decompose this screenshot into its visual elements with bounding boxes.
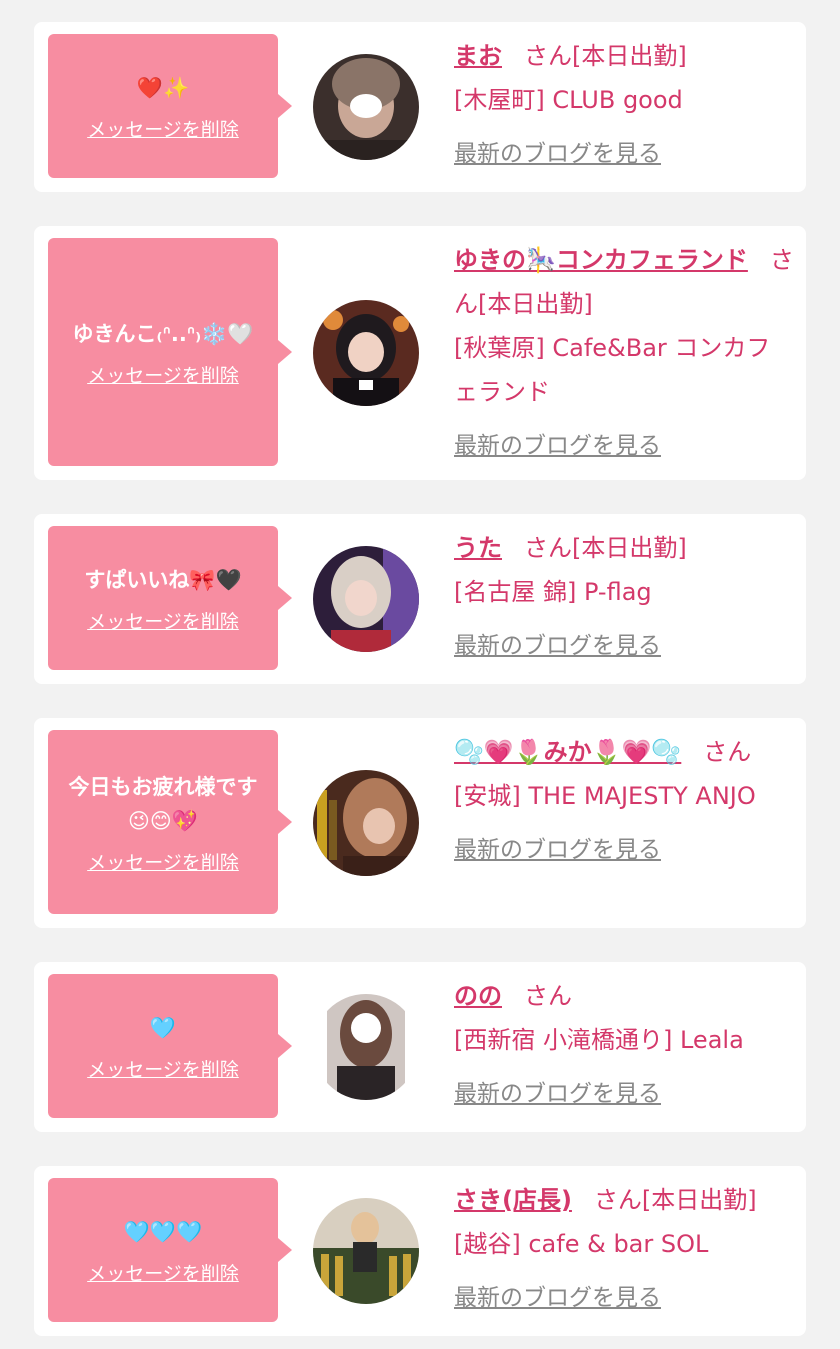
message-bubble: すぱいいね🎀🖤 メッセージを削除 (48, 526, 292, 670)
message-card: 🩵 メッセージを削除 のの さん [西新宿 小滝橋通り] Leala 最新のブログ… (34, 962, 806, 1132)
shop-name: [越谷] cafe & bar SOL (454, 1230, 709, 1258)
girl-name-link[interactable]: さき(店長) (454, 1186, 572, 1214)
girl-status: さん[本日出勤] (524, 534, 687, 562)
latest-blog-link[interactable]: 最新のブログを見る (454, 1072, 661, 1116)
girl-status: さん[本日出勤] (524, 42, 687, 70)
girl-info: ゆきの🎠コンカフェランド さん[本日出勤] [秋葉原] Cafe&Bar コンカフ… (454, 238, 794, 468)
message-card: 今日もお疲れ様です😉😊💖 メッセージを削除 🫧💗🌷みか🌷💗🫧 さん [安城] TH… (34, 718, 806, 928)
girl-name-link[interactable]: のの (454, 982, 502, 1010)
delete-message-link[interactable]: メッセージを削除 (87, 848, 239, 875)
message-card: ❤️✨ メッセージを削除 まお さん[本日出勤] [木屋町] CLUB good … (34, 22, 806, 192)
message-card: すぱいいね🎀🖤 メッセージを削除 うた さん[本日出勤] [名古屋 錦] P-fl… (34, 514, 806, 684)
shop-name: [西新宿 小滝橋通り] Leala (454, 1026, 744, 1054)
girl-name-link[interactable]: 🫧💗🌷みか🌷💗🫧 (454, 738, 681, 766)
latest-blog-link[interactable]: 最新のブログを見る (454, 624, 661, 668)
shop-name: [秋葉原] Cafe&Bar コンカフェランド (454, 334, 771, 406)
delete-message-link[interactable]: メッセージを削除 (87, 115, 239, 142)
delete-message-link[interactable]: メッセージを削除 (87, 1055, 239, 1082)
girl-status: さん[本日出勤] (593, 1186, 757, 1214)
message-text: 今日もお疲れ様です😉😊💖 (68, 774, 258, 833)
avatar[interactable] (313, 54, 419, 160)
girl-info: さき(店長) さん[本日出勤] [越谷] cafe & bar SOL 最新のブロ… (454, 1178, 794, 1320)
girl-name-link[interactable]: ゆきの🎠コンカフェランド (454, 246, 748, 274)
avatar[interactable] (313, 770, 419, 876)
message-bubble: ゆきんこ₍ᐢ..ᐢ₎❄️🤍 メッセージを削除 (48, 238, 292, 466)
delete-message-link[interactable]: メッセージを削除 (87, 361, 239, 388)
message-bubble: 今日もお疲れ様です😉😊💖 メッセージを削除 (48, 730, 292, 914)
girl-info: のの さん [西新宿 小滝橋通り] Leala 最新のブログを見る (454, 974, 794, 1116)
girl-info: まお さん[本日出勤] [木屋町] CLUB good 最新のブログを見る (454, 34, 794, 176)
girl-info: 🫧💗🌷みか🌷💗🫧 さん [安城] THE MAJESTY ANJO 最新のブログを… (454, 730, 794, 872)
shop-name: [名古屋 錦] P-flag (454, 578, 652, 606)
delete-message-link[interactable]: メッセージを削除 (87, 607, 239, 634)
message-text: ❤️✨ (136, 75, 190, 100)
shop-name: [木屋町] CLUB good (454, 86, 683, 114)
message-text: ゆきんこ₍ᐢ..ᐢ₎❄️🤍 (72, 321, 254, 346)
message-bubble: 🩵 メッセージを削除 (48, 974, 292, 1118)
message-bubble: ❤️✨ メッセージを削除 (48, 34, 292, 178)
message-text: 🩵🩵🩵 (123, 1219, 203, 1244)
latest-blog-link[interactable]: 最新のブログを見る (454, 132, 661, 176)
avatar[interactable] (313, 994, 419, 1100)
message-card: 🩵🩵🩵 メッセージを削除 さき(店長) さん[本日出勤] [越谷] cafe & … (34, 1166, 806, 1336)
latest-blog-link[interactable]: 最新のブログを見る (454, 828, 661, 872)
message-text: すぱいいね🎀🖤 (84, 567, 242, 592)
avatar[interactable] (313, 300, 419, 406)
message-card: ゆきんこ₍ᐢ..ᐢ₎❄️🤍 メッセージを削除 ゆきの🎠コンカフェランド さん[本日… (34, 226, 806, 480)
girl-status: さん (524, 982, 572, 1010)
girl-name-link[interactable]: まお (454, 42, 502, 70)
avatar[interactable] (313, 546, 419, 652)
girl-status: さん (703, 738, 752, 766)
girl-info: うた さん[本日出勤] [名古屋 錦] P-flag 最新のブログを見る (454, 526, 794, 668)
latest-blog-link[interactable]: 最新のブログを見る (454, 1276, 661, 1320)
message-bubble: 🩵🩵🩵 メッセージを削除 (48, 1178, 292, 1322)
latest-blog-link[interactable]: 最新のブログを見る (454, 424, 661, 468)
delete-message-link[interactable]: メッセージを削除 (87, 1259, 239, 1286)
avatar[interactable] (313, 1198, 419, 1304)
girl-name-link[interactable]: うた (454, 534, 502, 562)
shop-name: [安城] THE MAJESTY ANJO (454, 782, 756, 810)
message-list: ❤️✨ メッセージを削除 まお さん[本日出勤] [木屋町] CLUB good … (0, 0, 840, 1349)
message-text: 🩵 (149, 1015, 177, 1040)
